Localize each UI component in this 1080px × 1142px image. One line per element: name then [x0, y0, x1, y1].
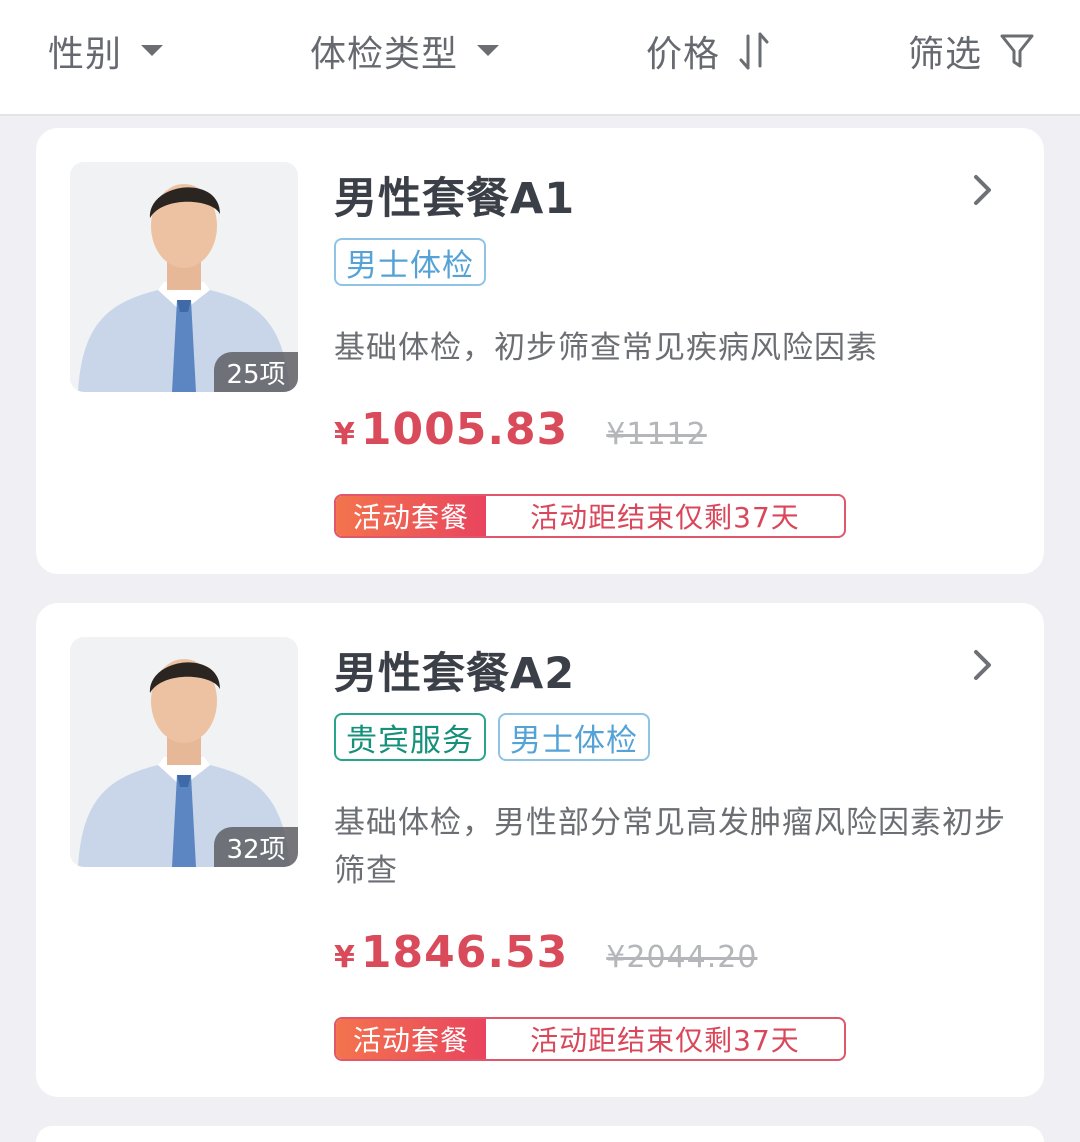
current-price: 1005.83 — [360, 404, 569, 455]
filter-gender[interactable]: 性别 — [48, 24, 164, 78]
filter-bar: 性别 体检类型 价格 筛选 — [0, 0, 1080, 116]
package-card-partial[interactable] — [36, 1126, 1044, 1142]
dropdown-caret-icon — [141, 45, 164, 56]
filter-price-label: 价格 — [646, 34, 721, 75]
funnel-icon — [1000, 34, 1034, 68]
filter-price-sort[interactable]: 价格 — [646, 24, 772, 78]
package-thumbnail: 32项 — [70, 637, 298, 867]
tag-mens-checkup: 男士体检 — [498, 713, 650, 761]
currency-symbol: ¥ — [334, 417, 355, 452]
promo-countdown: 活动距结束仅剩37天 — [530, 501, 800, 534]
filter-screen[interactable]: 筛选 — [908, 24, 1034, 78]
original-price: ¥2044.20 — [606, 940, 758, 975]
package-thumbnail: 25项 — [70, 162, 298, 392]
original-price: ¥1112 — [606, 417, 707, 452]
tag-list: 贵宾服务 男士体检 — [334, 713, 650, 761]
items-count-badge: 32项 — [214, 827, 298, 867]
promo-label: 活动套餐 — [336, 496, 486, 536]
filter-screen-label: 筛选 — [908, 34, 983, 75]
sort-arrows-icon — [739, 32, 769, 70]
items-count-badge: 25项 — [214, 352, 298, 392]
currency-symbol: ¥ — [334, 940, 355, 975]
chevron-right-icon[interactable] — [972, 649, 994, 681]
chevron-right-icon[interactable] — [972, 174, 994, 206]
price-row: ¥ 1005.83 ¥1112 — [334, 404, 707, 455]
dropdown-caret-icon — [477, 45, 500, 56]
promo-label: 活动套餐 — [336, 1019, 486, 1059]
promo-countdown: 活动距结束仅剩37天 — [530, 1024, 800, 1057]
package-description: 基础体检，男性部分常见高发肿瘤风险因素初步筛查 — [334, 805, 1006, 889]
promo-banner[interactable]: 活动套餐 活动距结束仅剩37天 — [334, 494, 846, 538]
filter-gender-label: 性别 — [48, 34, 123, 75]
package-description: 基础体检，初步筛查常见疾病风险因素 — [334, 330, 878, 366]
price-row: ¥ 1846.53 ¥2044.20 — [334, 927, 757, 978]
tag-vip-service: 贵宾服务 — [334, 713, 486, 761]
package-card[interactable]: 32项 男性套餐A2 贵宾服务 男士体检 基础体检，男性部分常见高发肿瘤风险因素… — [36, 603, 1044, 1097]
tag-list: 男士体检 — [334, 238, 486, 286]
promo-banner[interactable]: 活动套餐 活动距结束仅剩37天 — [334, 1017, 846, 1061]
current-price: 1846.53 — [360, 927, 569, 978]
package-title: 男性套餐A2 — [334, 649, 576, 699]
filter-exam-type[interactable]: 体检类型 — [310, 24, 500, 78]
filter-exam-type-label: 体检类型 — [310, 34, 459, 75]
tag-mens-checkup: 男士体检 — [334, 238, 486, 286]
package-card[interactable]: 25项 男性套餐A1 男士体检 基础体检，初步筛查常见疾病风险因素 ¥ 1005… — [36, 128, 1044, 574]
package-title: 男性套餐A1 — [334, 174, 576, 224]
